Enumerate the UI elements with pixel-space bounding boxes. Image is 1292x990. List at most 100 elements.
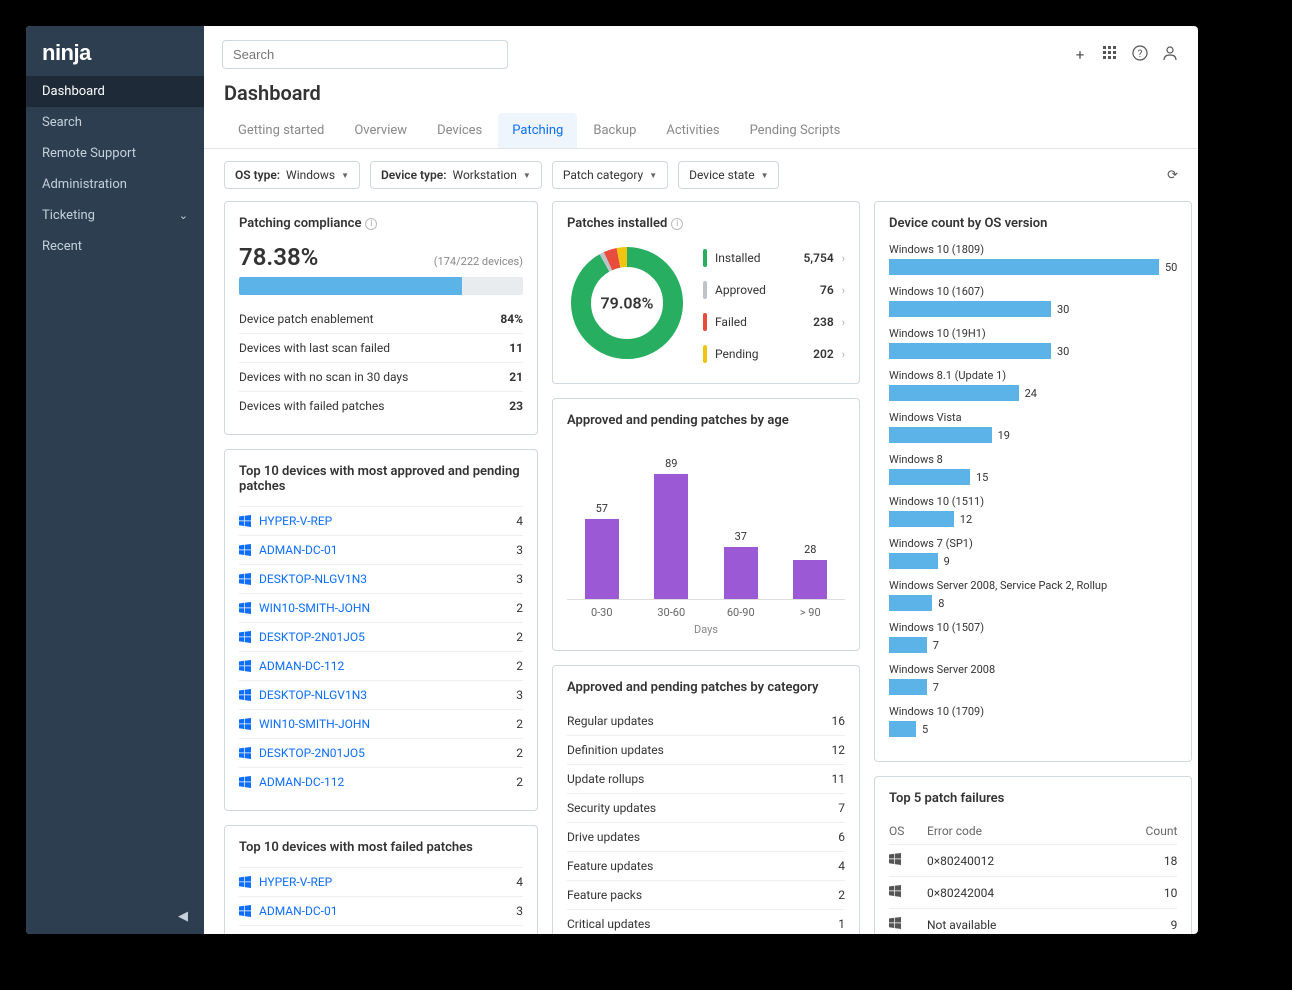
device-link[interactable]: ADMAN-DC-01	[259, 904, 508, 918]
tab-overview[interactable]: Overview	[340, 113, 421, 148]
tab-activities[interactable]: Activities	[652, 113, 733, 148]
os-version-count: 9	[944, 555, 950, 568]
error-count: 18	[1129, 854, 1177, 868]
windows-icon	[239, 905, 251, 917]
windows-icon	[239, 776, 251, 788]
device-row[interactable]: ADMAN-DC-013	[239, 896, 523, 925]
sidebar-item-dashboard[interactable]: Dashboard	[26, 76, 204, 107]
os-version-row: Windows Server 20087	[889, 663, 1177, 695]
os-version-count: 24	[1025, 387, 1037, 400]
device-link[interactable]: WIN10-SMITH-JOHN	[259, 717, 508, 731]
sidebar-collapse-button[interactable]: ◀	[26, 899, 204, 934]
device-row[interactable]: HYPER-V-REP4	[239, 867, 523, 896]
device-link[interactable]: HYPER-V-REP	[259, 514, 508, 528]
os-version-label: Windows 8	[889, 453, 1177, 466]
category-row: Definition updates12	[567, 735, 845, 764]
profile-button[interactable]	[1160, 45, 1180, 65]
os-version-bar	[889, 637, 927, 653]
bar-value: 37	[735, 530, 747, 543]
windows-icon	[889, 853, 901, 865]
sidebar-item-ticketing[interactable]: Ticketing ⌄	[26, 200, 204, 231]
device-link[interactable]: ADMAN-DC-112	[259, 659, 508, 673]
device-link[interactable]: DESKTOP-NLGV1N3	[259, 933, 508, 934]
tab-backup[interactable]: Backup	[579, 113, 650, 148]
card-title: Top 5 patch failures	[889, 791, 1177, 806]
chevron-down-icon: ⌄	[179, 209, 188, 222]
compliance-row: Device patch enablement84%	[239, 305, 523, 333]
device-link[interactable]: DESKTOP-2N01JO5	[259, 746, 508, 760]
os-version-count: 12	[960, 513, 972, 526]
add-button[interactable]: +	[1070, 45, 1090, 65]
tab-devices[interactable]: Devices	[423, 113, 496, 148]
info-icon[interactable]: i	[671, 218, 683, 230]
top-patch-failures-card: Top 5 patch failures OS Error code Count…	[874, 776, 1192, 934]
device-row[interactable]: DESKTOP-NLGV1N3 3	[239, 925, 523, 934]
device-link[interactable]: ADMAN-DC-01	[259, 543, 508, 557]
category-row: Feature updates4	[567, 851, 845, 880]
device-row[interactable]: WIN10-SMITH-JOHN 2	[239, 709, 523, 738]
device-patch-count: 3	[516, 572, 523, 586]
sidebar-item-administration[interactable]: Administration	[26, 169, 204, 200]
device-row[interactable]: ADMAN-DC-1122	[239, 651, 523, 680]
legend-row-pending[interactable]: Pending202›	[703, 339, 845, 369]
os-version-row: Windows 10 (19H1)30	[889, 327, 1177, 359]
device-patch-count: 3	[516, 933, 523, 934]
tab-pending-scripts[interactable]: Pending Scripts	[736, 113, 855, 148]
legend-color-swatch	[703, 345, 707, 363]
device-link[interactable]: HYPER-V-REP	[259, 875, 508, 889]
chevron-down-icon: ▼	[649, 171, 657, 180]
legend-label: Approved	[715, 283, 784, 297]
device-patch-count: 2	[516, 717, 523, 731]
device-patch-count: 2	[516, 630, 523, 644]
device-link[interactable]: DESKTOP-2N01JO5	[259, 630, 508, 644]
info-icon[interactable]: i	[365, 218, 377, 230]
patches-by-age-card: Approved and pending patches by age 5789…	[552, 398, 860, 651]
device-row[interactable]: DESKTOP-NLGV1N3 3	[239, 564, 523, 593]
donut-center-label: 79.08%	[601, 294, 654, 313]
bar-xlabel: 0-30	[577, 606, 627, 619]
os-version-bar	[889, 721, 916, 737]
device-link[interactable]: ADMAN-DC-112	[259, 775, 508, 789]
sidebar-item-label: Administration	[42, 177, 127, 192]
device-link[interactable]: DESKTOP-NLGV1N3	[259, 688, 508, 702]
windows-icon	[239, 515, 251, 527]
device-link[interactable]: WIN10-SMITH-JOHN	[259, 601, 508, 615]
refresh-button[interactable]: ⟳	[1167, 168, 1178, 183]
legend-row-failed[interactable]: Failed238›	[703, 307, 845, 337]
search-input[interactable]	[222, 40, 508, 69]
filter-label: Patch category	[563, 168, 643, 182]
os-version-bar	[889, 469, 970, 485]
tab-patching[interactable]: Patching	[498, 113, 577, 148]
filter-device-state[interactable]: Device state ▼	[678, 161, 779, 189]
compliance-row: Devices with no scan in 30 days21	[239, 362, 523, 391]
sidebar-item-remote-support[interactable]: Remote Support	[26, 138, 204, 169]
legend-row-approved[interactable]: Approved76›	[703, 275, 845, 305]
category-value: 4	[838, 859, 845, 873]
device-row[interactable]: DESKTOP-2N01JO52	[239, 738, 523, 767]
apps-button[interactable]	[1100, 45, 1120, 65]
device-link[interactable]: DESKTOP-NLGV1N3	[259, 572, 508, 586]
os-version-count: 7	[933, 639, 939, 652]
chevron-down-icon: ▼	[341, 171, 349, 180]
device-row[interactable]: WIN10-SMITH-JOHN2	[239, 593, 523, 622]
device-row[interactable]: DESKTOP-2N01JO5 2	[239, 622, 523, 651]
legend-row-installed[interactable]: Installed5,754›	[703, 243, 845, 273]
filter-os-type[interactable]: OS type: Windows ▼	[224, 161, 360, 189]
legend-label: Pending	[715, 347, 784, 361]
device-row[interactable]: ADMAN-DC-013	[239, 535, 523, 564]
filter-patch-category[interactable]: Patch category ▼	[552, 161, 668, 189]
tab-getting-started[interactable]: Getting started	[224, 113, 338, 148]
device-row[interactable]: DESKTOP-NLGV1N33	[239, 680, 523, 709]
sidebar-item-search[interactable]: Search	[26, 107, 204, 138]
filter-label: Device type:	[381, 168, 447, 182]
sidebar-item-recent[interactable]: Recent	[26, 231, 204, 262]
sidebar-item-label: Ticketing	[42, 208, 95, 223]
os-version-count: 8	[938, 597, 944, 610]
device-row[interactable]: HYPER-V-REP4	[239, 506, 523, 535]
os-version-row: Windows 7 (SP1)9	[889, 537, 1177, 569]
help-button[interactable]: ?	[1130, 45, 1150, 65]
bar-xlabel: > 90	[785, 606, 835, 619]
card-title: Patching compliance	[239, 216, 361, 231]
device-row[interactable]: ADMAN-DC-1122	[239, 767, 523, 796]
filter-device-type[interactable]: Device type: Workstation ▼	[370, 161, 542, 189]
